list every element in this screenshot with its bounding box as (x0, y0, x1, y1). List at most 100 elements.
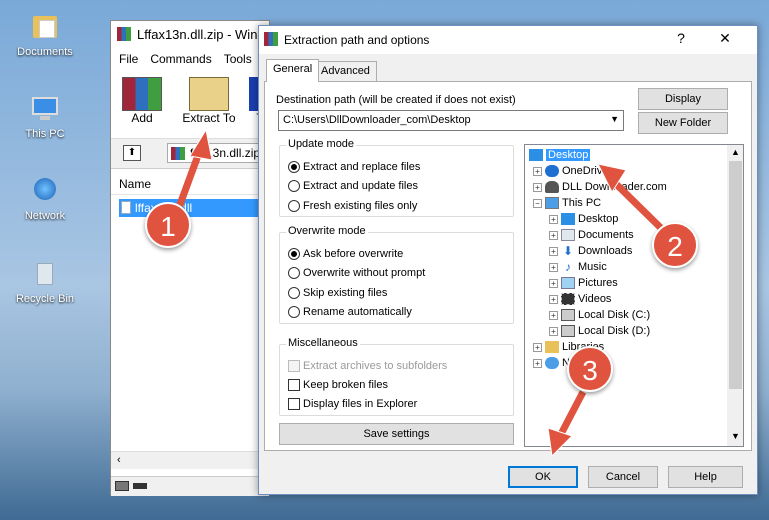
display-button[interactable]: Display (638, 88, 728, 110)
radio-skip-existing[interactable]: Skip existing files (288, 287, 387, 299)
destination-path-input[interactable]: C:\Users\DllDownloader_com\Desktop ▼ (278, 110, 624, 131)
expand-icon[interactable]: + (549, 230, 558, 240)
scroll-up-icon[interactable]: ▲ (731, 147, 740, 157)
tree-item-music[interactable]: + ♪ Music (549, 259, 607, 275)
close-icon[interactable]: ✕ (713, 30, 737, 50)
tab-advanced[interactable]: Advanced (314, 61, 377, 81)
desktop-icon-label: Network (24, 210, 66, 222)
expand-icon[interactable]: + (549, 294, 558, 304)
tree-item-documents[interactable]: + Documents (549, 227, 634, 243)
checkbox-display-explorer[interactable]: Display files in Explorer (288, 398, 417, 410)
file-icon (121, 201, 131, 214)
tree-item-onedrive[interactable]: + OneDrive (533, 163, 608, 179)
radio-extract-replace[interactable]: Extract and replace files (288, 161, 420, 173)
tree-item-disk-c[interactable]: + Local Disk (C:) (549, 307, 650, 323)
menu-commands[interactable]: Commands (150, 52, 211, 71)
new-folder-button[interactable]: New Folder (638, 112, 728, 134)
tab-general[interactable]: General (266, 59, 320, 82)
computer-icon (29, 94, 61, 124)
horizontal-scrollbar[interactable]: ‹ (111, 451, 269, 469)
checkbox-keep-broken[interactable]: Keep broken files (288, 379, 388, 391)
winrar-window[interactable]: Lffax13n.dll.zip - Win File Commands Too… (110, 20, 271, 496)
destination-path-label: Destination path (will be created if doe… (276, 94, 516, 106)
add-button[interactable]: Add (119, 77, 165, 125)
radio-ask-before[interactable]: Ask before overwrite (288, 248, 403, 260)
radio-overwrite-without[interactable]: Overwrite without prompt (288, 267, 425, 279)
folder-icon (29, 12, 61, 42)
tree-item-disk-d[interactable]: + Local Disk (D:) (549, 323, 650, 339)
expand-icon[interactable]: + (533, 342, 542, 352)
desktop-icon-recycle-bin[interactable]: Recycle Bin (13, 259, 77, 305)
expand-icon[interactable]: + (549, 278, 558, 288)
tree-item-downloads[interactable]: + ⬇ Downloads (549, 243, 632, 259)
desktop-icon-documents[interactable]: Documents (13, 12, 77, 58)
tree-vertical-scrollbar[interactable]: ▲ ▼ (727, 145, 743, 446)
checkbox[interactable] (288, 398, 300, 410)
tree-item-videos[interactable]: + Videos (549, 291, 611, 307)
drive-icon (561, 309, 575, 321)
menu-file[interactable]: File (119, 52, 138, 71)
misc-group: Miscellaneous Extract archives to subfol… (279, 337, 514, 416)
collapse-icon[interactable]: − (533, 198, 542, 208)
scrollbar-thumb[interactable] (729, 161, 742, 389)
help-title-button[interactable]: ? (669, 30, 693, 50)
desktop-icon (529, 149, 543, 161)
winrar-status-bar (111, 476, 269, 496)
cloud-icon (545, 165, 559, 177)
radio-extract-update[interactable]: Extract and update files (288, 180, 418, 192)
expand-icon[interactable]: + (533, 182, 542, 192)
winrar-file-list[interactable]: Name lffax13n.dll ‹ (111, 171, 269, 471)
tree-item-pictures[interactable]: + Pictures (549, 275, 618, 291)
expand-icon[interactable]: + (549, 214, 558, 224)
tree-item-user[interactable]: + DLL Downloader.com (533, 179, 667, 195)
radio-button[interactable] (288, 287, 300, 299)
radio-button[interactable] (288, 200, 300, 212)
archive-books-icon (122, 77, 162, 111)
checkbox[interactable] (288, 379, 300, 391)
libraries-icon (545, 341, 559, 353)
tree-item-this-pc[interactable]: − This PC (533, 195, 601, 211)
desktop-icon-label: Documents (17, 46, 73, 58)
tree-item-desktop[interactable]: Desktop (529, 147, 591, 163)
radio-rename-auto[interactable]: Rename automatically (288, 306, 412, 318)
expand-icon[interactable]: + (549, 262, 558, 272)
document-icon (561, 229, 575, 241)
help-button[interactable]: Help (668, 466, 743, 488)
file-row[interactable]: lffax13n.dll (119, 199, 269, 217)
up-folder-button[interactable]: ⬆ (123, 145, 141, 161)
radio-fresh-existing[interactable]: Fresh existing files only (288, 200, 417, 212)
update-mode-title: Update mode (286, 138, 357, 150)
radio-button[interactable] (288, 180, 300, 192)
overwrite-mode-title: Overwrite mode (286, 225, 368, 237)
update-mode-group: Update mode Extract and replace files Ex… (279, 138, 514, 217)
winrar-title-bar: Lffax13n.dll.zip - Win (111, 21, 269, 49)
winrar-address-bar: ⬆ fax13n.dll.zip (111, 139, 271, 169)
expand-icon[interactable]: + (533, 358, 542, 368)
cancel-button[interactable]: Cancel (588, 466, 658, 488)
annotation-badge-1: 1 (145, 202, 191, 248)
scroll-down-icon[interactable]: ▼ (731, 431, 740, 441)
radio-button[interactable] (288, 306, 300, 318)
desktop-icon-network[interactable]: Network (13, 176, 77, 222)
extract-to-button[interactable]: Extract To (179, 77, 239, 125)
tree-item-pc-desktop[interactable]: + Desktop (549, 211, 618, 227)
ok-button[interactable]: OK (508, 466, 578, 488)
expand-icon[interactable]: + (549, 310, 558, 320)
expand-icon[interactable]: + (549, 246, 558, 256)
radio-button[interactable] (288, 161, 300, 173)
tree-item-network[interactable]: + N (533, 355, 570, 371)
address-field[interactable]: fax13n.dll.zip (167, 143, 271, 163)
expand-icon[interactable]: + (549, 326, 558, 336)
radio-button[interactable] (288, 267, 300, 279)
save-settings-button[interactable]: Save settings (279, 423, 514, 445)
column-name-header[interactable]: Name (111, 171, 269, 195)
dialog-title: Extraction path and options (284, 33, 430, 47)
radio-button[interactable] (288, 248, 300, 260)
scroll-left-icon[interactable]: ‹ (117, 454, 121, 466)
chevron-down-icon[interactable]: ▼ (610, 114, 619, 124)
archive-icon (171, 147, 185, 160)
menu-tools[interactable]: Tools (224, 52, 252, 71)
folder-tree[interactable]: Desktop + OneDrive + DLL Downloader.com − T… (524, 144, 744, 447)
expand-icon[interactable]: + (533, 166, 542, 176)
desktop-icon-this-pc[interactable]: This PC (13, 94, 77, 140)
